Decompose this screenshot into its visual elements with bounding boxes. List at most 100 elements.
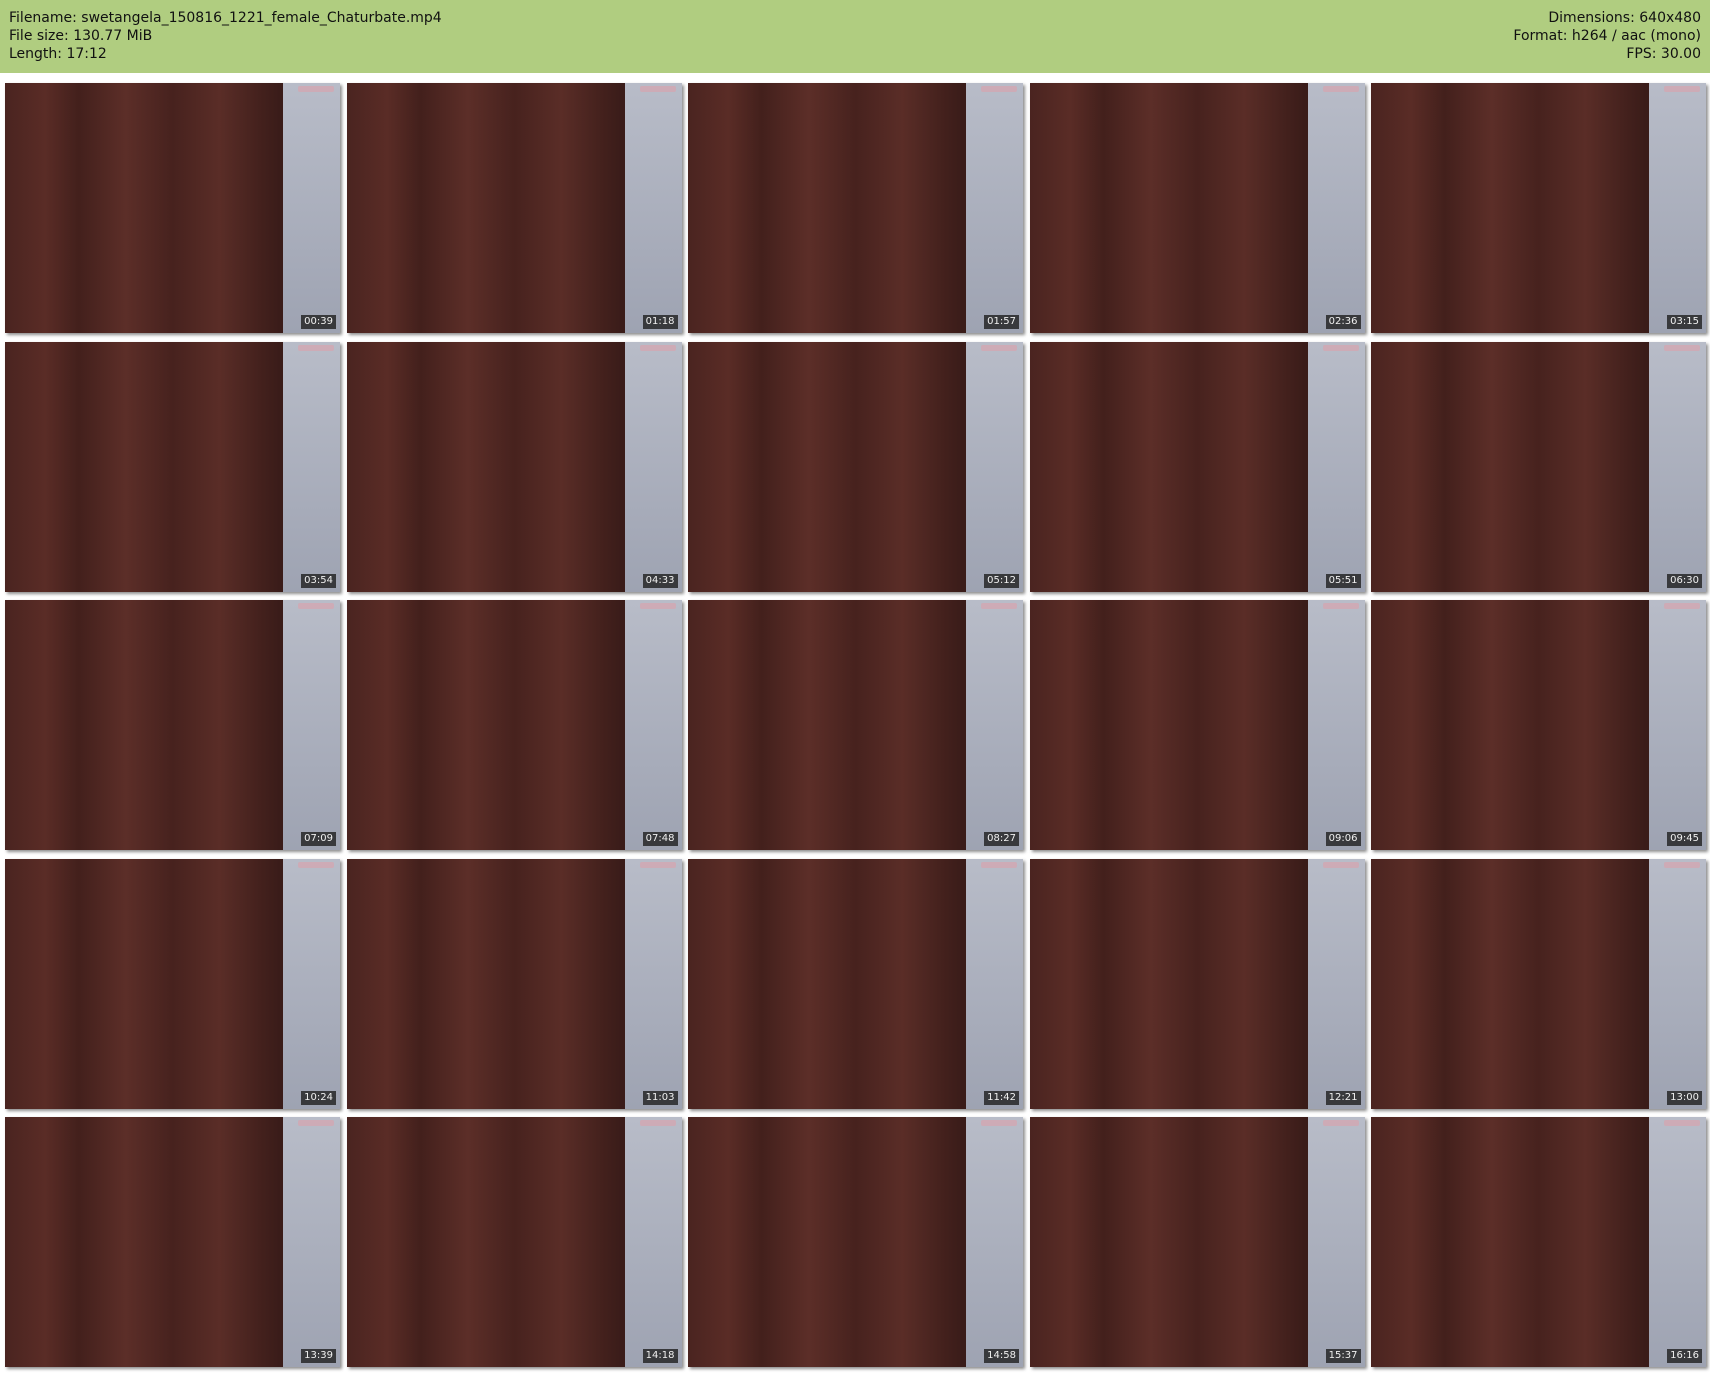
file-info-right: Dimensions: 640x480 Format: h264 / aac (…: [1513, 9, 1701, 63]
thumbnail-frame[interactable]: 01:57: [688, 83, 1023, 333]
timestamp-label: 14:18: [642, 1349, 678, 1363]
frame-background: [624, 1117, 682, 1367]
frame-background: [624, 858, 682, 1109]
watermark: [639, 1120, 676, 1126]
thumbnail-frame[interactable]: 14:58: [688, 1117, 1023, 1367]
timestamp-label: 08:27: [984, 832, 1019, 846]
frame-background: [1307, 858, 1365, 1109]
frame-background: [1649, 341, 1706, 592]
thumbnail-frame[interactable]: 09:06: [1029, 600, 1365, 850]
timestamp-label: 11:42: [984, 1090, 1019, 1105]
thumbnail-frame[interactable]: 12:21: [1029, 858, 1365, 1109]
watermark: [981, 344, 1017, 351]
thumbnail-frame[interactable]: 16:16: [1371, 1117, 1706, 1367]
watermark: [298, 1120, 334, 1126]
frame-background: [1649, 1117, 1706, 1367]
fps: FPS: 30.00: [1626, 46, 1701, 62]
dimensions: Dimensions: 640x480: [1548, 10, 1701, 26]
thumbnail-frame[interactable]: 14:18: [346, 1117, 682, 1367]
filename: Filename: swetangela_150816_1221_female_…: [9, 10, 442, 26]
thumbnail-frame[interactable]: 04:33: [346, 341, 682, 592]
timestamp-label: 01:57: [984, 315, 1019, 329]
thumbnail-frame[interactable]: 01:18: [346, 83, 682, 333]
watermark: [298, 86, 334, 92]
timestamp-label: 12:21: [1325, 1090, 1361, 1105]
watermark: [1322, 861, 1359, 868]
timestamp-label: 04:33: [642, 573, 678, 588]
watermark: [1664, 1120, 1700, 1126]
frame-background: [966, 341, 1023, 592]
frame-background: [283, 600, 340, 850]
timestamp-label: 09:45: [1667, 832, 1702, 846]
timestamp-label: 05:12: [984, 573, 1019, 588]
frame-background: [1307, 83, 1365, 333]
thumbnail-frame[interactable]: 09:45: [1371, 600, 1706, 850]
frame-background: [624, 600, 682, 850]
thumbnail-frame[interactable]: 13:39: [5, 1117, 340, 1367]
timestamp-label: 02:36: [1325, 315, 1361, 329]
thumbnail-frame[interactable]: 10:24: [5, 858, 340, 1109]
frame-background: [1307, 600, 1365, 850]
watermark: [981, 86, 1017, 92]
thumbnail-frame[interactable]: 03:54: [5, 341, 340, 592]
frame-background: [283, 858, 340, 1109]
frame-background: [1307, 1117, 1365, 1367]
timestamp-label: 15:37: [1325, 1349, 1361, 1363]
timestamp-label: 03:15: [1667, 315, 1702, 329]
watermark: [1664, 86, 1700, 92]
watermark: [981, 1120, 1017, 1126]
thumbnail-frame[interactable]: 07:09: [5, 600, 340, 850]
timestamp-label: 06:30: [1667, 573, 1702, 588]
frame-background: [1649, 858, 1706, 1109]
watermark: [1322, 1120, 1359, 1126]
frame-background: [283, 341, 340, 592]
thumbnail-frame[interactable]: 03:15: [1371, 83, 1706, 333]
thumbnail-frame[interactable]: 02:36: [1029, 83, 1365, 333]
info-header: Filename: swetangela_150816_1221_female_…: [0, 0, 1710, 73]
timestamp-label: 05:51: [1325, 573, 1361, 588]
timestamp-label: 11:03: [642, 1090, 678, 1105]
watermark: [639, 861, 676, 868]
watermark: [1322, 86, 1359, 92]
watermark: [1322, 344, 1359, 351]
frame-background: [283, 1117, 340, 1367]
thumbnail-frame[interactable]: 07:48: [346, 600, 682, 850]
frame-background: [966, 858, 1023, 1109]
thumbnail-frame[interactable]: 06:30: [1371, 341, 1706, 592]
thumbnail-frame[interactable]: 05:12: [688, 341, 1023, 592]
thumbnail-frame[interactable]: 11:03: [346, 858, 682, 1109]
watermark: [298, 344, 334, 351]
thumbnail-frame[interactable]: 13:00: [1371, 858, 1706, 1109]
timestamp-label: 03:54: [301, 573, 336, 588]
thumbnail-frame[interactable]: 15:37: [1029, 1117, 1365, 1367]
watermark: [1322, 603, 1359, 609]
thumbnail-frame[interactable]: 00:39: [5, 83, 340, 333]
thumbnail-frame[interactable]: 11:42: [688, 858, 1023, 1109]
timestamp-label: 09:06: [1325, 832, 1361, 846]
timestamp-label: 00:39: [301, 315, 336, 329]
watermark: [981, 603, 1017, 609]
watermark: [639, 86, 676, 92]
timestamp-label: 16:16: [1667, 1349, 1702, 1363]
timestamp-label: 14:58: [984, 1349, 1019, 1363]
watermark: [981, 861, 1017, 868]
file-info-left: Filename: swetangela_150816_1221_female_…: [9, 9, 442, 63]
frame-background: [1307, 341, 1365, 592]
timestamp-label: 07:09: [301, 832, 336, 846]
watermark: [298, 603, 334, 609]
watermark: [1664, 861, 1700, 868]
watermark: [298, 861, 334, 868]
timestamp-label: 10:24: [301, 1090, 336, 1105]
file-size: File size: 130.77 MiB: [9, 28, 153, 44]
frame-background: [624, 341, 682, 592]
thumbnail-frame[interactable]: 05:51: [1029, 341, 1365, 592]
timestamp-label: 01:18: [642, 315, 678, 329]
timestamp-label: 13:39: [301, 1349, 336, 1363]
timestamp-label: 07:48: [642, 832, 678, 846]
frame-background: [624, 83, 682, 333]
thumbnail-frame[interactable]: 08:27: [688, 600, 1023, 850]
timestamp-label: 13:00: [1667, 1090, 1702, 1105]
frame-background: [966, 600, 1023, 850]
watermark: [1664, 344, 1700, 351]
watermark: [639, 603, 676, 609]
